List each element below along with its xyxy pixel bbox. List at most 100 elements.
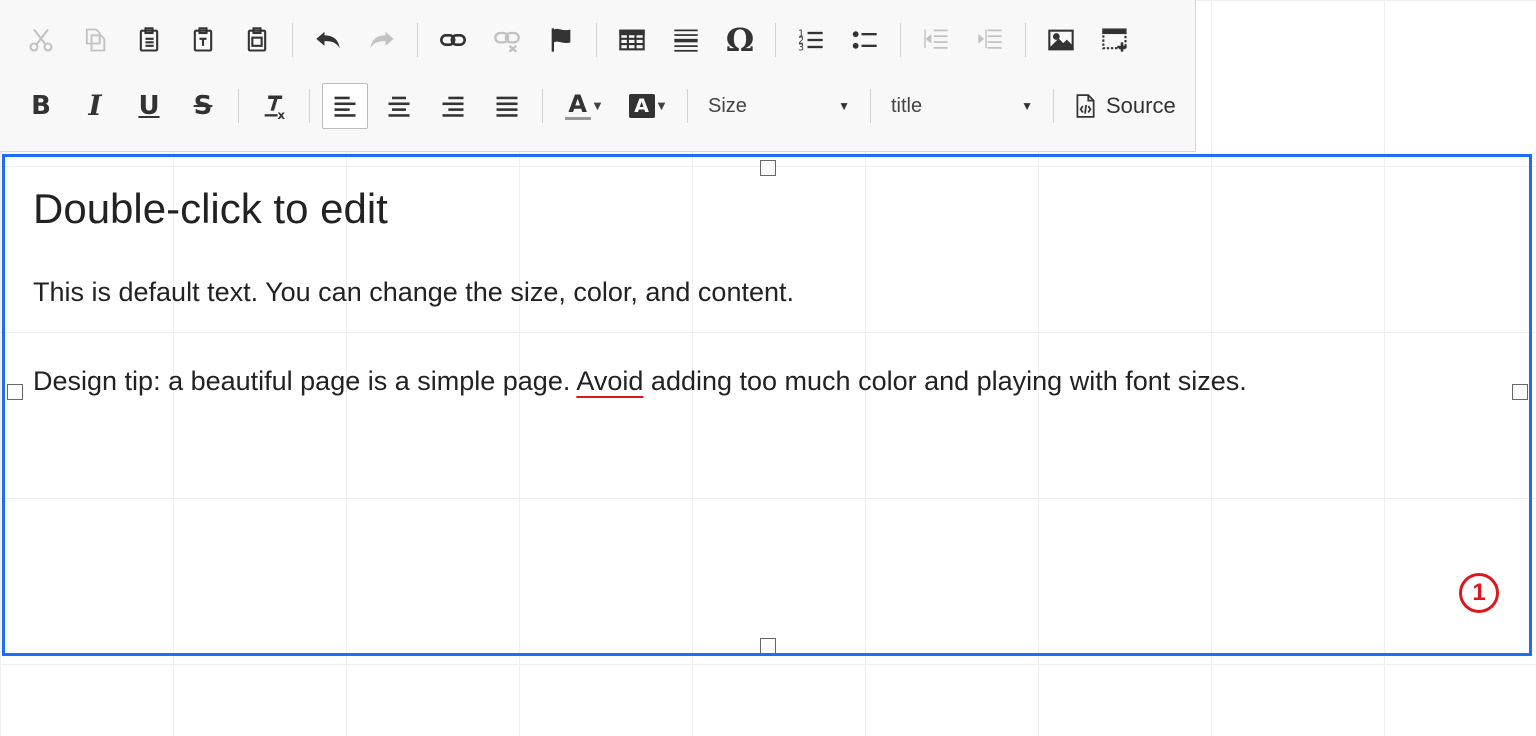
resize-handle-left[interactable] [7, 384, 23, 400]
cut-button[interactable] [18, 17, 64, 63]
paste-button[interactable] [126, 17, 172, 63]
resize-handle-top[interactable] [760, 160, 776, 176]
italic-button[interactable]: I [72, 83, 118, 129]
source-label: Source [1106, 93, 1176, 118]
background-color-icon: A [634, 94, 649, 117]
align-right-icon [442, 96, 464, 117]
toolbar-row-1: Ω 132 [14, 18, 1142, 62]
background-color-button[interactable]: A ▼ [619, 83, 675, 129]
chevron-down-icon: ▼ [657, 100, 666, 112]
resize-handle-bottom[interactable] [760, 638, 776, 654]
font-size-dropdown[interactable]: Size ▼ [696, 86, 862, 126]
content-paragraph-2: Design tip: a beautiful page is a simple… [33, 366, 1247, 397]
content-paragraph-1: This is default text. You can change the… [33, 277, 794, 307]
undo-icon [316, 31, 340, 49]
resize-handle-right[interactable] [1512, 384, 1528, 400]
italic-icon: I [88, 89, 102, 122]
redo-button[interactable] [359, 17, 405, 63]
svg-text:x: x [278, 108, 286, 120]
editor-toolbar: Ω 132 B I U S x A ▼ A ▼ Size ▼ title ▼ S… [0, 0, 1196, 152]
toolbar-separator [775, 23, 776, 57]
annotation-marker: 1 [1459, 573, 1499, 613]
toolbar-separator [238, 89, 239, 123]
outdent-icon [924, 29, 948, 49]
remove-format-button[interactable]: x [251, 83, 297, 129]
content-heading: Double-click to edit [33, 185, 388, 232]
format-label: title [891, 94, 923, 117]
table-icon [619, 29, 645, 51]
toolbar-separator [687, 89, 688, 123]
text-color-icon: A [568, 89, 587, 118]
toolbar-separator [542, 89, 543, 123]
toolbar-separator [1053, 89, 1054, 123]
copy-icon [85, 28, 106, 52]
bold-button[interactable]: B [18, 83, 64, 129]
paste-text-button[interactable] [180, 17, 226, 63]
toolbar-separator [417, 23, 418, 57]
special-char-button[interactable]: Ω [717, 17, 763, 63]
paste-word-button[interactable] [234, 17, 280, 63]
underline-button[interactable]: U [126, 83, 172, 129]
toolbar-separator [309, 89, 310, 123]
iframe-icon [1102, 28, 1127, 52]
toolbar-separator [870, 89, 871, 123]
strikethrough-icon: S [193, 91, 213, 121]
table-button[interactable] [609, 17, 655, 63]
increase-indent-button[interactable] [967, 17, 1013, 63]
scissors-icon [29, 28, 53, 52]
toolbar-separator [900, 23, 901, 57]
numbered-list-icon: 132 [798, 29, 823, 54]
decrease-indent-button[interactable] [913, 17, 959, 63]
horizontal-rule-icon [674, 29, 698, 52]
misspelled-word: Avoid [576, 366, 644, 396]
redo-icon [370, 31, 394, 49]
iframe-button[interactable] [1092, 17, 1138, 63]
paragraph-2-text-after: adding too much color and playing with f… [643, 366, 1247, 396]
format-dropdown[interactable]: title ▼ [879, 86, 1045, 126]
link-icon [440, 34, 466, 46]
chevron-down-icon: ▼ [593, 100, 602, 112]
align-right-button[interactable] [430, 83, 476, 129]
omega-icon: Ω [725, 21, 755, 59]
editor-content-area[interactable]: Double-click to edit This is default tex… [2, 154, 1532, 656]
image-icon [1047, 29, 1074, 51]
text-color-button[interactable]: A ▼ [555, 83, 611, 129]
chevron-down-icon: ▼ [838, 99, 850, 113]
image-button[interactable] [1038, 17, 1084, 63]
align-justify-button[interactable] [484, 83, 530, 129]
chevron-down-icon: ▼ [1021, 99, 1033, 113]
link-button[interactable] [430, 17, 476, 63]
underline-icon: U [138, 91, 160, 121]
font-size-label: Size [708, 94, 747, 117]
align-left-button[interactable] [322, 83, 368, 129]
toolbar-separator [1025, 23, 1026, 57]
align-left-icon [334, 96, 356, 117]
bold-icon: B [31, 91, 51, 121]
copy-button[interactable] [72, 17, 118, 63]
clipboard-word-icon [247, 27, 267, 52]
svg-text:2: 2 [798, 36, 804, 47]
numbered-list-button[interactable]: 132 [788, 17, 834, 63]
clipboard-icon [139, 27, 159, 52]
undo-button[interactable] [305, 17, 351, 63]
indent-icon [978, 29, 1002, 49]
remove-format-icon: x [264, 95, 286, 120]
source-code-icon [1076, 94, 1095, 118]
toolbar-row-2: B I U S x A ▼ A ▼ Size ▼ title ▼ Source [14, 83, 1186, 129]
anchor-button[interactable] [538, 17, 584, 63]
horizontal-rule-button[interactable] [663, 17, 709, 63]
clipboard-text-icon [193, 27, 213, 52]
source-button[interactable]: Source [1062, 84, 1186, 128]
unlink-icon [494, 31, 520, 53]
align-center-icon [388, 96, 410, 117]
bulleted-list-button[interactable] [842, 17, 888, 63]
toolbar-separator [596, 23, 597, 57]
paragraph-2-text-before: Design tip: a beautiful page is a simple… [33, 366, 577, 396]
unlink-button[interactable] [484, 17, 530, 63]
toolbar-separator [292, 23, 293, 57]
strikethrough-button[interactable]: S [180, 83, 226, 129]
flag-icon [551, 28, 571, 52]
text-color-swatch [564, 116, 591, 120]
align-center-button[interactable] [376, 83, 422, 129]
bulleted-list-icon [852, 31, 877, 49]
